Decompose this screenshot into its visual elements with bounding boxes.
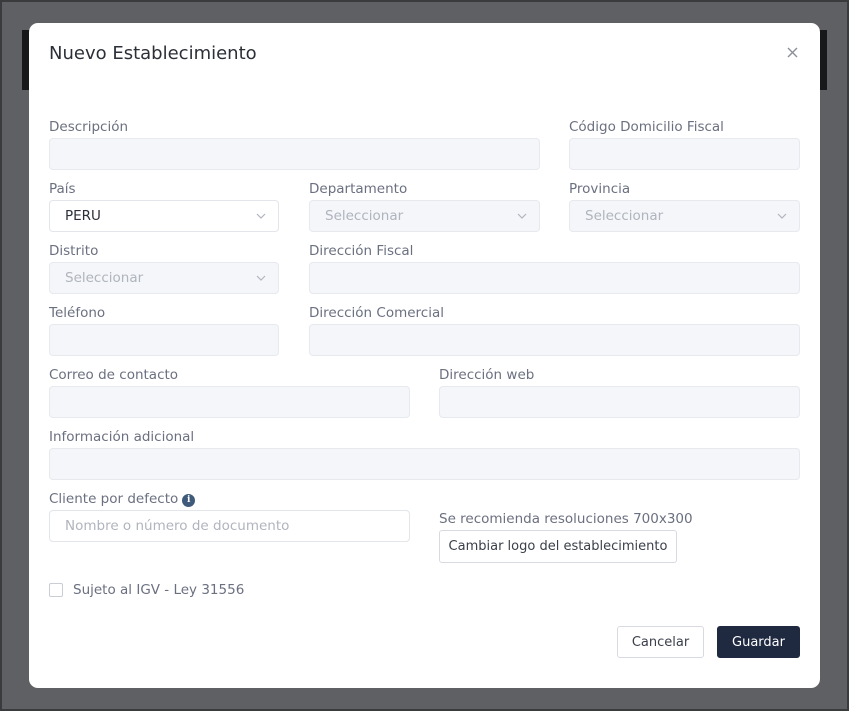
descripcion-label: Descripción bbox=[49, 119, 129, 135]
chevron-down-icon bbox=[256, 213, 266, 219]
cliente-defecto-label: Cliente por defecto bbox=[49, 491, 179, 507]
igv-checkbox-row: Sujeto al IGV - Ley 31556 bbox=[49, 582, 244, 598]
direccion-fiscal-label: Dirección Fiscal bbox=[309, 243, 414, 259]
direccion-comercial-input[interactable] bbox=[309, 324, 800, 356]
provincia-select[interactable]: Seleccionar bbox=[569, 200, 800, 232]
direccion-web-label: Dirección web bbox=[439, 367, 535, 383]
telefono-input[interactable] bbox=[49, 324, 279, 356]
provincia-label: Provincia bbox=[569, 181, 631, 197]
telefono-label: Teléfono bbox=[49, 305, 106, 321]
correo-label: Correo de contacto bbox=[49, 367, 179, 383]
descripcion-input[interactable] bbox=[49, 138, 540, 170]
info-adicional-label: Información adicional bbox=[49, 429, 195, 445]
pais-label: País bbox=[49, 181, 76, 197]
change-logo-button[interactable]: Cambiar logo del establecimiento bbox=[439, 530, 677, 563]
distrito-placeholder: Seleccionar bbox=[65, 270, 144, 286]
departamento-placeholder: Seleccionar bbox=[325, 208, 404, 224]
pais-value: PERU bbox=[65, 208, 101, 224]
direccion-fiscal-input[interactable] bbox=[309, 262, 800, 294]
correo-input[interactable] bbox=[49, 386, 410, 418]
pais-select[interactable]: PERU bbox=[49, 200, 279, 232]
cliente-defecto-placeholder: Nombre o número de documento bbox=[65, 518, 290, 534]
logo-hint: Se recomienda resoluciones 700x300 bbox=[439, 511, 693, 527]
chevron-down-icon bbox=[777, 213, 787, 219]
cancel-button[interactable]: Cancelar bbox=[617, 626, 704, 658]
direccion-web-input[interactable] bbox=[439, 386, 800, 418]
departamento-select[interactable]: Seleccionar bbox=[309, 200, 540, 232]
close-icon bbox=[787, 47, 797, 57]
new-establishment-dialog: Nuevo Establecimiento Descripción Código… bbox=[29, 23, 820, 688]
dialog-title: Nuevo Establecimiento bbox=[49, 43, 257, 64]
distrito-label: Distrito bbox=[49, 243, 99, 259]
cliente-defecto-input[interactable]: Nombre o número de documento bbox=[49, 510, 410, 542]
codigo-domicilio-input[interactable] bbox=[569, 138, 800, 170]
codigo-domicilio-label: Código Domicilio Fiscal bbox=[569, 119, 724, 135]
chevron-down-icon bbox=[517, 213, 527, 219]
info-icon[interactable]: i bbox=[182, 493, 196, 507]
distrito-select[interactable]: Seleccionar bbox=[49, 262, 279, 294]
provincia-placeholder: Seleccionar bbox=[585, 208, 664, 224]
close-button[interactable] bbox=[781, 41, 803, 63]
save-button[interactable]: Guardar bbox=[717, 626, 800, 658]
departamento-label: Departamento bbox=[309, 181, 408, 197]
info-adicional-input[interactable] bbox=[49, 448, 800, 480]
igv-checkbox[interactable] bbox=[49, 583, 63, 597]
igv-checkbox-label[interactable]: Sujeto al IGV - Ley 31556 bbox=[73, 582, 244, 598]
direccion-comercial-label: Dirección Comercial bbox=[309, 305, 444, 321]
cliente-defecto-label-wrap: Cliente por defecto i bbox=[49, 491, 196, 507]
chevron-down-icon bbox=[256, 275, 266, 281]
